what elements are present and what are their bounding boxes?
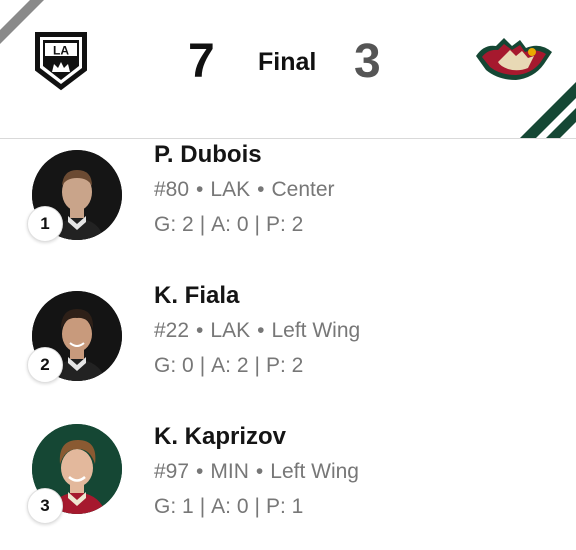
player-info: #22 • LAK • Left Wing — [154, 317, 360, 345]
player-team: LAK — [210, 178, 251, 201]
player-number: #22 — [154, 319, 190, 342]
player-goals: G: 0 — [154, 354, 194, 377]
player-rank-badge: 1 — [27, 206, 63, 242]
separator-dot: • — [196, 178, 204, 201]
player-rank-badge: 2 — [27, 347, 63, 383]
player-position: Left Wing — [271, 319, 361, 342]
player-assists: A: 0 — [211, 495, 249, 518]
corner-stripe-decoration-green — [520, 82, 576, 138]
player-info: #80 • LAK • Center — [154, 176, 335, 204]
separator-bar: | — [254, 213, 260, 236]
player-points: P: 2 — [265, 213, 304, 236]
player-stats: G: 2 | A: 0 | P: 2 — [154, 211, 303, 239]
separator-bar: | — [199, 495, 206, 518]
separator-dot: • — [196, 319, 204, 342]
away-score: 3 — [354, 35, 381, 88]
player-team: MIN — [210, 460, 249, 483]
separator-dot: • — [196, 460, 204, 483]
player-name[interactable]: P. Dubois — [154, 140, 262, 170]
player-goals: G: 2 — [154, 213, 194, 236]
player-assists: A: 0 — [211, 213, 249, 236]
separator-dot: • — [255, 460, 264, 483]
player-position: Left Wing — [270, 460, 359, 483]
home-score: 7 — [188, 35, 215, 88]
separator-dot: • — [257, 319, 265, 342]
separator-bar: | — [199, 354, 206, 377]
player-team: LAK — [210, 319, 251, 342]
player-name[interactable]: K. Kaprizov — [154, 422, 286, 452]
player-points: P: 2 — [265, 354, 304, 377]
game-status: Final — [258, 48, 317, 76]
player-card[interactable]: 1 P. Dubois #80 • LAK • Center G: 2 | A: 0 | P: … — [0, 138, 576, 268]
player-position: Center — [271, 178, 335, 201]
separator-dot: • — [257, 178, 265, 201]
player-info: #97 • MIN • Left Wing — [154, 458, 359, 486]
player-assists: A: 2 — [211, 354, 249, 377]
player-points: P: 1 — [265, 495, 304, 518]
la-logo-text: LA — [53, 44, 69, 58]
separator-bar: | — [254, 495, 260, 518]
player-number: #97 — [154, 460, 190, 483]
la-kings-logo-icon: LA — [35, 32, 87, 91]
player-goals: G: 1 — [154, 495, 194, 518]
separator-bar: | — [199, 213, 206, 236]
player-rank-badge: 3 — [27, 488, 63, 524]
player-stats: G: 1 | A: 0 | P: 1 — [154, 493, 303, 521]
player-stats: G: 0 | A: 2 | P: 2 — [154, 352, 303, 380]
player-card[interactable]: 3 K. Kaprizov #97 • MIN • Left Wing G: 1 | A: … — [0, 420, 576, 550]
player-card[interactable]: 2 K. Fiala #22 • LAK • Left Wing G: 0 | A: 2 | P… — [0, 279, 576, 409]
game-header: LA 7 Final 3 — [0, 0, 576, 139]
player-number: #80 — [154, 178, 190, 201]
separator-bar: | — [254, 354, 260, 377]
player-name[interactable]: K. Fiala — [154, 281, 239, 311]
